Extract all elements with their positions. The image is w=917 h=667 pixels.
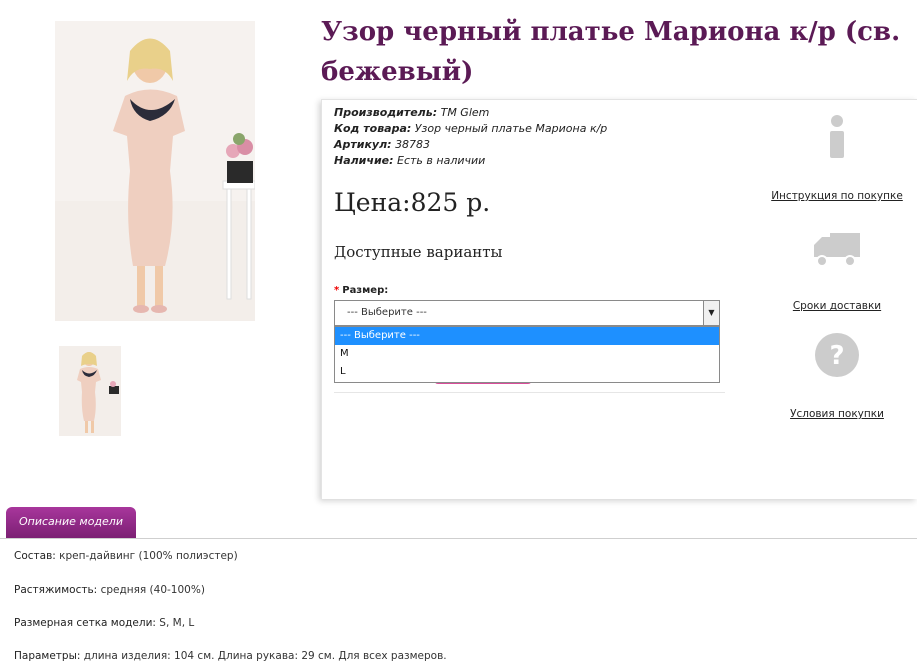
availability-row: Наличие: Есть в наличии: [334, 153, 607, 169]
composition-label: Состав:: [14, 550, 56, 562]
truck-icon[interactable]: [762, 224, 912, 274]
instruction-block: Инструкция по покупке: [762, 112, 912, 203]
product-code-value: Узор черный платье Мариона к/р: [414, 122, 608, 135]
product-title: Узор черный платье Мариона к/р (св. беже…: [321, 17, 901, 87]
stretch-value: средняя (40-100%): [100, 584, 205, 596]
size-option-placeholder[interactable]: --- Выберите ---: [335, 327, 719, 345]
sizes-label: Размерная сетка модели:: [14, 617, 156, 629]
terms-block: ? Условия покупки: [762, 330, 912, 421]
tab-divider: [0, 538, 917, 539]
manufacturer-row: Производитель: TM Glem: [334, 105, 607, 121]
tab-description[interactable]: Описание модели: [6, 507, 136, 539]
product-meta: Производитель: TM Glem Код товара: Узор …: [334, 105, 607, 169]
product-main-image[interactable]: [55, 21, 255, 321]
manufacturer-label: Производитель:: [334, 106, 438, 119]
chevron-down-icon[interactable]: ▼: [703, 301, 719, 325]
availability-value: Есть в наличии: [397, 154, 486, 167]
article-value: 38783: [395, 138, 431, 151]
size-label-text: Размер:: [342, 285, 389, 296]
instruction-link[interactable]: Инструкция по покупке: [771, 190, 903, 202]
svg-text:?: ?: [829, 341, 844, 371]
required-mark: *: [334, 285, 340, 296]
sizes-row: Размерная сетка модели: S, M, L: [14, 617, 194, 629]
manufacturer-link[interactable]: TM Glem: [441, 106, 490, 119]
params-row: Параметры: длина изделия: 104 см. Длина …: [14, 650, 447, 662]
product-thumbnail[interactable]: [59, 346, 121, 436]
product-code-label: Код товара:: [334, 122, 412, 135]
product-info-panel: Производитель: TM Glem Код товара: Узор …: [321, 99, 917, 499]
size-dropdown-list[interactable]: --- Выберите --- M L: [334, 326, 720, 383]
sizes-value: S, M, L: [159, 617, 195, 629]
params-label: Параметры:: [14, 650, 81, 662]
composition-value: креп-дайвинг (100% полиэстер): [59, 550, 238, 562]
size-option-l[interactable]: L: [335, 363, 719, 381]
info-icon[interactable]: [762, 112, 912, 162]
product-price: Цена:825 р.: [334, 188, 491, 217]
stretch-row: Растяжимость: средняя (40-100%): [14, 584, 205, 596]
size-option-m[interactable]: M: [335, 345, 719, 363]
params-value: длина изделия: 104 см. Длина рукава: 29 …: [83, 650, 447, 662]
variants-heading: Доступные варианты: [334, 243, 503, 261]
product-code-row: Код товара: Узор черный платье Мариона к…: [334, 121, 607, 137]
delivery-block: Сроки доставки: [762, 224, 912, 313]
size-select-value: --- Выберите ---: [347, 307, 427, 318]
question-icon[interactable]: ?: [762, 330, 912, 380]
stretch-label: Растяжимость:: [14, 584, 98, 596]
divider: [334, 392, 725, 393]
size-select[interactable]: --- Выберите --- ▼: [334, 300, 720, 326]
size-label: * Размер:: [334, 285, 388, 296]
terms-link[interactable]: Условия покупки: [790, 408, 884, 420]
article-row: Артикул: 38783: [334, 137, 607, 153]
delivery-link[interactable]: Сроки доставки: [793, 300, 881, 312]
availability-label: Наличие:: [334, 154, 394, 167]
article-label: Артикул:: [334, 138, 392, 151]
composition-row: Состав: креп-дайвинг (100% полиэстер): [14, 550, 238, 562]
